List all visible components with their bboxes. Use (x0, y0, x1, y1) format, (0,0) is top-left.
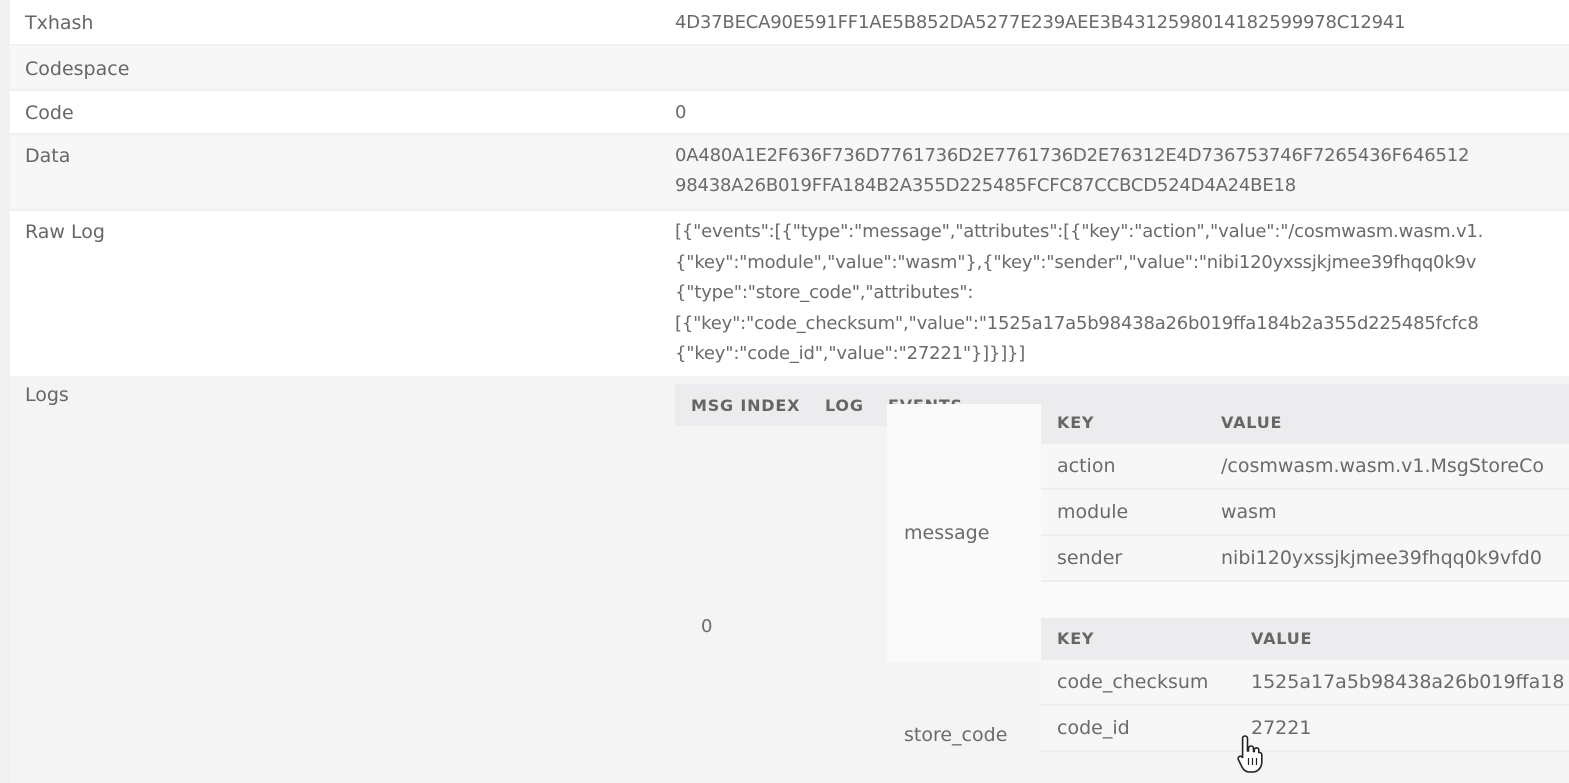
raw-log-line: [{"events":[{"type":"message","attribute… (675, 221, 1484, 242)
attributes-header: KEY VALUE (1041, 402, 1569, 444)
attribute-value[interactable]: 1525a17a5b98438a26b019ffa18 (1251, 671, 1564, 693)
event-attributes-table: KEY VALUE code_checksum 1525a17a5b98438a… (1041, 618, 1569, 752)
attribute-row: code_id 27221 (1041, 706, 1569, 752)
log-header: LOG (825, 396, 864, 415)
codespace-label: Codespace (25, 58, 130, 80)
attribute-key: module (1057, 501, 1129, 523)
raw-log-line: {"key":"module","value":"wasm"},{"key":"… (675, 251, 1477, 273)
msg-index-value: 0 (701, 616, 713, 637)
attributes-header: KEY VALUE (1041, 618, 1569, 660)
data-value[interactable]: 0A480A1E2F636F736D7761736D2E7761736D2E76… (660, 141, 1569, 209)
txhash-label: Txhash (25, 12, 94, 34)
data-row: Data 0A480A1E2F636F736D7761736D2E7761736… (10, 135, 1569, 211)
raw-log-line: {"key":"code_id","value":"27221"}]}]}] (675, 343, 1026, 364)
event-type-label: message (904, 522, 990, 544)
attribute-key: sender (1057, 547, 1123, 569)
attribute-key: action (1057, 455, 1116, 477)
raw-log-line: {"type":"store_code","attributes": (675, 282, 974, 303)
event-store-code: store_code KEY VALUE code_checksum 1525a… (887, 618, 1569, 783)
txhash-value[interactable]: 4D37BECA90E591FF1AE5B852DA5277E239AEE3B4… (660, 8, 1569, 44)
attribute-value[interactable]: nibi120yxssjkjmee39fhqq0k9vfd0 (1221, 547, 1542, 569)
code-value: 0 (675, 102, 687, 123)
event-attributes-table: KEY VALUE action /cosmwasm.wasm.v1.MsgSt… (1041, 402, 1569, 582)
attribute-row: sender nibi120yxssjkjmee39fhqq0k9vfd0 (1041, 536, 1569, 582)
attribute-value[interactable]: wasm (1221, 501, 1277, 523)
key-header: KEY (1057, 413, 1095, 432)
attribute-row: module wasm (1041, 490, 1569, 536)
attribute-row: code_checksum 1525a17a5b98438a26b019ffa1… (1041, 660, 1569, 706)
key-header: KEY (1057, 629, 1095, 648)
codespace-value (660, 54, 1569, 89)
codespace-row: Codespace (10, 46, 1569, 91)
transaction-detail-page: Txhash 4D37BECA90E591FF1AE5B852DA5277E23… (0, 0, 1569, 783)
data-label: Data (25, 145, 71, 167)
raw-log-value[interactable]: [{"events":[{"type":"message","attribute… (660, 217, 1569, 376)
value-header: VALUE (1251, 629, 1313, 648)
code-row: Code 0 (10, 91, 1569, 135)
code-label: Code (25, 102, 74, 124)
hand-pointer-icon (1236, 734, 1264, 774)
msg-index-header: MSG INDEX (691, 396, 801, 415)
raw-log-line: [{"key":"code_checksum","value":"1525a17… (675, 312, 1479, 334)
logs-label: Logs (25, 384, 69, 406)
logs-row: Logs MSG INDEX LOG EVENTS 0 message KEY … (10, 376, 1569, 783)
attribute-row: action /cosmwasm.wasm.v1.MsgStoreCo (1041, 444, 1569, 490)
raw-log-row: Raw Log [{"events":[{"type":"message","a… (10, 211, 1569, 378)
txhash-row: Txhash 4D37BECA90E591FF1AE5B852DA5277E23… (10, 0, 1569, 46)
raw-log-label: Raw Log (25, 221, 105, 243)
attribute-key: code_id (1057, 717, 1130, 739)
attribute-key: code_checksum (1057, 671, 1209, 693)
event-type-label: store_code (904, 724, 1008, 746)
logs-table-body: 0 message KEY VALUE action /cosmwasm.was… (675, 402, 1569, 783)
value-header: VALUE (1221, 413, 1283, 432)
data-value-line: 98438A26B019FFA184B2A355D225485FCFC87CCB… (675, 175, 1297, 196)
transaction-detail-table: Txhash 4D37BECA90E591FF1AE5B852DA5277E23… (10, 0, 1569, 378)
attribute-value[interactable]: /cosmwasm.wasm.v1.MsgStoreCo (1221, 455, 1544, 477)
data-value-line: 0A480A1E2F636F736D7761736D2E7761736D2E76… (675, 145, 1470, 166)
